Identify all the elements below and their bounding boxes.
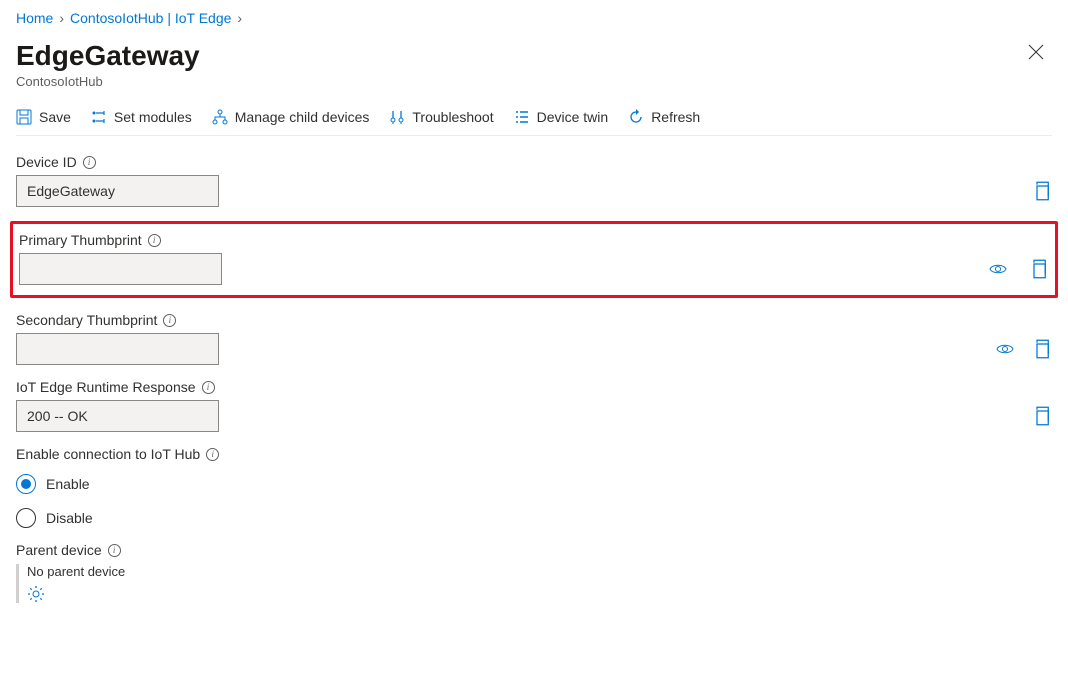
save-label: Save <box>39 109 71 125</box>
manage-children-button[interactable]: Manage child devices <box>212 109 370 125</box>
page-title: EdgeGateway <box>16 40 200 72</box>
device-twin-label: Device twin <box>537 109 609 125</box>
toolbar: Save Set modules Manage child devices Tr… <box>16 103 1052 136</box>
refresh-icon <box>628 109 644 125</box>
troubleshoot-icon <box>389 109 405 125</box>
enable-connection-field: Enable connection to IoT Hub i Enable Di… <box>16 446 1052 528</box>
eye-icon[interactable] <box>989 262 1007 276</box>
primary-thumbprint-highlight: Primary Thumbprint i <box>10 221 1058 298</box>
runtime-response-field: IoT Edge Runtime Response i <box>16 379 1052 432</box>
device-id-field: Device ID i <box>16 154 1052 207</box>
page-subtitle: ContosoIotHub <box>16 74 200 89</box>
set-modules-label: Set modules <box>114 109 192 125</box>
breadcrumb-home[interactable]: Home <box>16 10 53 26</box>
parent-device-field: Parent device i No parent device <box>16 542 1052 603</box>
chevron-right-icon: › <box>59 10 64 26</box>
chevron-right-icon: › <box>237 10 242 26</box>
copy-icon[interactable] <box>1029 259 1049 279</box>
info-icon[interactable]: i <box>108 544 121 557</box>
copy-icon[interactable] <box>1032 339 1052 359</box>
device-id-input[interactable] <box>16 175 219 207</box>
save-icon <box>16 109 32 125</box>
save-button[interactable]: Save <box>16 109 71 125</box>
radio-circle-icon <box>16 474 36 494</box>
device-twin-button[interactable]: Device twin <box>514 109 609 125</box>
parent-device-label: Parent device <box>16 542 102 558</box>
info-icon[interactable]: i <box>163 314 176 327</box>
hierarchy-icon <box>212 109 228 125</box>
runtime-response-label: IoT Edge Runtime Response <box>16 379 196 395</box>
radio-circle-icon <box>16 508 36 528</box>
radio-enable-label: Enable <box>46 476 90 492</box>
info-icon[interactable]: i <box>83 156 96 169</box>
primary-thumbprint-input[interactable] <box>19 253 222 285</box>
copy-icon[interactable] <box>1032 181 1052 201</box>
list-icon <box>514 109 530 125</box>
breadcrumb-hub[interactable]: ContosoIotHub | IoT Edge <box>70 10 231 26</box>
radio-disable[interactable]: Disable <box>16 508 1052 528</box>
device-id-label: Device ID <box>16 154 77 170</box>
parent-device-value: No parent device <box>27 564 1052 579</box>
info-icon[interactable]: i <box>148 234 161 247</box>
secondary-thumbprint-input[interactable] <box>16 333 219 365</box>
gear-icon[interactable] <box>27 585 1052 603</box>
troubleshoot-button[interactable]: Troubleshoot <box>389 109 493 125</box>
troubleshoot-label: Troubleshoot <box>412 109 493 125</box>
secondary-thumbprint-field: Secondary Thumbprint i <box>16 312 1052 365</box>
manage-children-label: Manage child devices <box>235 109 370 125</box>
breadcrumb: Home › ContosoIotHub | IoT Edge › <box>16 10 1052 26</box>
refresh-button[interactable]: Refresh <box>628 109 700 125</box>
close-button[interactable] <box>1020 40 1052 64</box>
radio-enable[interactable]: Enable <box>16 474 1052 494</box>
eye-icon[interactable] <box>996 342 1014 356</box>
secondary-thumbprint-label: Secondary Thumbprint <box>16 312 157 328</box>
primary-thumbprint-field: Primary Thumbprint i <box>19 232 1049 285</box>
set-modules-button[interactable]: Set modules <box>91 109 192 125</box>
info-icon[interactable]: i <box>206 448 219 461</box>
primary-thumbprint-label: Primary Thumbprint <box>19 232 142 248</box>
info-icon[interactable]: i <box>202 381 215 394</box>
copy-icon[interactable] <box>1032 406 1052 426</box>
runtime-response-input[interactable] <box>16 400 219 432</box>
close-icon <box>1028 44 1044 60</box>
enable-connection-label: Enable connection to IoT Hub <box>16 446 200 462</box>
modules-icon <box>91 109 107 125</box>
refresh-label: Refresh <box>651 109 700 125</box>
radio-disable-label: Disable <box>46 510 93 526</box>
